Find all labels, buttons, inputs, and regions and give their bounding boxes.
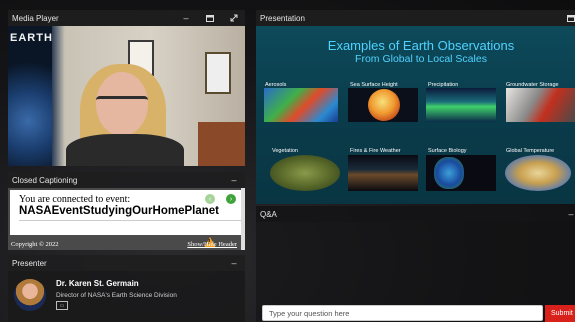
desk <box>198 122 245 166</box>
previous-icon[interactable]: ‹ <box>205 194 215 204</box>
next-icon[interactable]: › <box>226 194 236 204</box>
presenter-body <box>66 134 184 166</box>
aerosols-map <box>264 88 338 122</box>
presentation-title: Presentation <box>260 13 305 23</box>
earth-poster: EARTH <box>8 26 52 166</box>
presenter-info: Dr. Karen St. Germain Director of NASA's… <box>8 271 245 322</box>
presenter-header: Presenter – <box>8 255 245 271</box>
temperature-map <box>505 155 571 191</box>
sea-surface-globe <box>348 88 418 122</box>
minimize-icon[interactable]: – <box>565 206 575 222</box>
glasses <box>96 96 148 109</box>
media-player-header: Media Player – <box>8 10 245 26</box>
tile-label: Global Temperature <box>506 148 555 154</box>
caption-box: You are connected to event: ‹ › NASAEven… <box>10 190 242 235</box>
presenter-panel: Presenter – Dr. Karen St. Germain Direct… <box>8 255 245 322</box>
question-input[interactable] <box>262 305 543 321</box>
bio-card-icon[interactable]: ▭ <box>56 301 68 310</box>
video-feed[interactable]: EARTH <box>8 26 245 166</box>
slide-title: Examples of Earth Observations <box>327 38 515 53</box>
wall-frame <box>205 52 231 94</box>
closed-captioning-panel: Closed Captioning – You are connected to… <box>8 172 245 250</box>
maximize-icon[interactable] <box>565 10 575 26</box>
closed-captioning-header: Closed Captioning – <box>8 172 245 188</box>
slide-subtitle: From Global to Local Scales <box>355 53 487 65</box>
closed-captioning-title: Closed Captioning <box>12 175 78 185</box>
event-name: NASAEventStudyingOurHomePlanet <box>19 205 219 217</box>
minimize-icon[interactable]: – <box>228 172 240 188</box>
groundwater-map <box>506 88 575 122</box>
qa-header: Q&A – <box>256 206 575 222</box>
media-player-title: Media Player <box>12 13 59 23</box>
caption-area: You are connected to event: ‹ › NASAEven… <box>8 188 245 250</box>
qa-title: Q&A <box>260 209 277 219</box>
scrollbar[interactable] <box>241 188 245 250</box>
presenter-name: Dr. Karen St. Germain <box>56 279 139 288</box>
tile-label: Vegetation <box>272 148 298 154</box>
copyright-text: Copyright © 2022 <box>11 241 59 248</box>
tile-label: Surface Biology <box>428 148 467 154</box>
minimize-icon[interactable]: – <box>228 255 240 271</box>
connected-text: You are connected to event: <box>19 194 131 205</box>
tile-label: Fires & Fire Weather <box>350 148 401 154</box>
qa-panel: Q&A – Submit <box>256 206 575 322</box>
maximize-icon[interactable] <box>204 10 216 26</box>
presentation-header: Presentation <box>256 10 575 26</box>
presenter-title: Presenter <box>12 258 47 268</box>
media-player-panel: Media Player – EARTH <box>8 10 245 166</box>
fires-map <box>348 155 418 191</box>
presentation-slide[interactable]: Examples of Earth Observations From Glob… <box>256 26 575 204</box>
expand-icon[interactable] <box>228 10 240 26</box>
vegetation-map <box>270 155 340 191</box>
divider <box>19 220 241 221</box>
precipitation-map <box>426 88 496 122</box>
presentation-panel: Presentation Examples of Earth Observati… <box>256 10 575 204</box>
poster-text: EARTH <box>10 32 53 44</box>
minimize-icon[interactable]: – <box>180 10 192 26</box>
surface-biology-map <box>426 155 496 191</box>
submit-button[interactable]: Submit <box>545 305 575 322</box>
avatar <box>14 279 46 311</box>
presenter-role: Director of NASA's Earth Science Divisio… <box>56 292 177 299</box>
show-hide-header-link[interactable]: Show/Hide Header <box>187 241 237 248</box>
